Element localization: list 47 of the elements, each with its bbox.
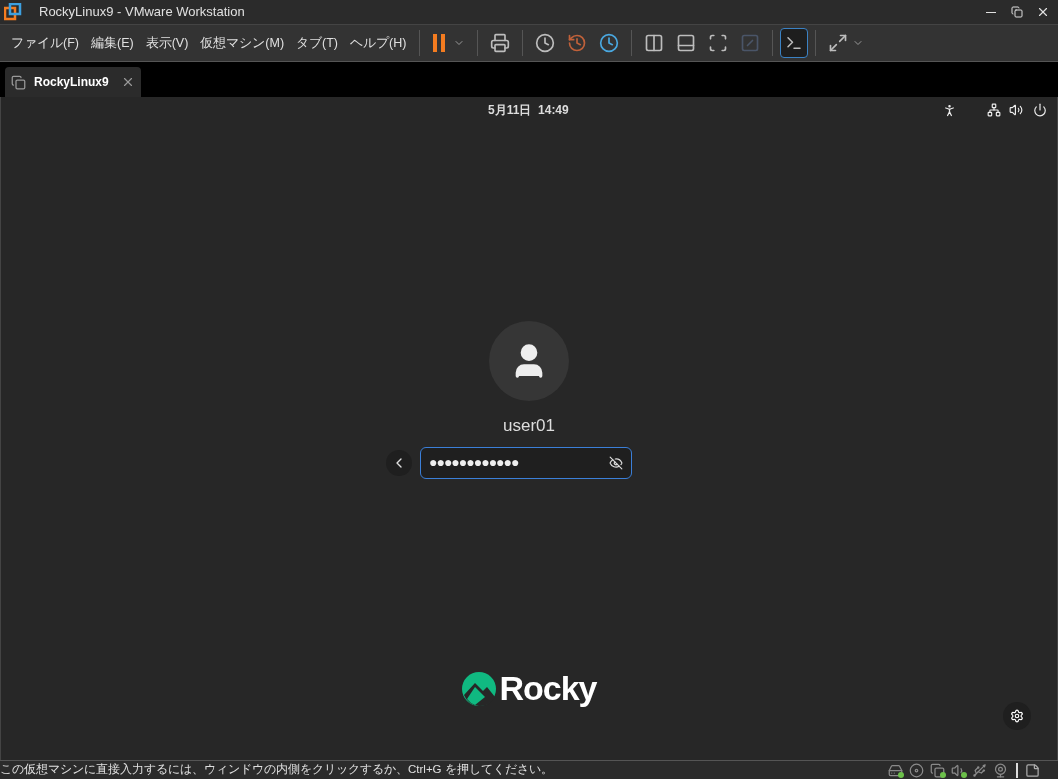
tab-label: RockyLinux9 bbox=[34, 74, 109, 91]
disk-status-icon[interactable] bbox=[886, 762, 904, 778]
power-icon[interactable] bbox=[1033, 103, 1047, 117]
usb-status-icon[interactable] bbox=[970, 762, 988, 778]
logo-text: Rocky bbox=[499, 668, 597, 709]
clock-icon bbox=[535, 33, 556, 53]
username: user01 bbox=[503, 415, 555, 437]
minimize-icon bbox=[986, 11, 996, 13]
menu-item[interactable]: 編集(E) bbox=[85, 33, 139, 53]
printer-icon bbox=[490, 33, 511, 53]
close-icon bbox=[1036, 5, 1050, 19]
volume-icon[interactable] bbox=[1009, 103, 1023, 117]
fullscreen-icon bbox=[708, 33, 729, 53]
restore-icon bbox=[1011, 6, 1023, 18]
terminal-icon bbox=[785, 34, 804, 52]
password-input[interactable]: ●●●●●●●●●●●● bbox=[429, 452, 609, 473]
status-message: この仮想マシンに直接入力するには、ウィンドウの内側をクリックするか、Ctrl+G を押してください。 bbox=[0, 762, 553, 778]
network-icon[interactable] bbox=[987, 103, 1001, 117]
sound-status-icon[interactable] bbox=[949, 762, 967, 778]
terminal-button[interactable] bbox=[780, 28, 809, 58]
network-status-icon[interactable] bbox=[928, 762, 946, 778]
menu-item[interactable]: ファイル(F) bbox=[6, 33, 84, 53]
back-button[interactable] bbox=[386, 449, 412, 476]
stretch-icon bbox=[828, 33, 849, 53]
history-icon bbox=[567, 33, 588, 53]
app-logo-icon bbox=[4, 3, 22, 21]
accessibility-icon[interactable] bbox=[942, 102, 957, 118]
vm-icon bbox=[11, 74, 26, 90]
menu-item[interactable]: ヘルプ(H) bbox=[345, 33, 412, 53]
note-icon[interactable] bbox=[1025, 762, 1040, 778]
hide-password-icon[interactable] bbox=[609, 455, 623, 470]
settings-button[interactable] bbox=[1003, 702, 1031, 730]
settings-icon bbox=[1010, 709, 1024, 723]
cd-status-icon[interactable] bbox=[907, 762, 925, 778]
bottom-panel-icon bbox=[676, 33, 697, 53]
window-title: RockyLinux9 - VMware Workstation bbox=[39, 3, 245, 22]
clock[interactable]: 5月11日 14:49 bbox=[488, 101, 569, 119]
vm-tab[interactable]: RockyLinux9 bbox=[5, 67, 141, 97]
password-field[interactable]: ●●●●●●●●●●●● bbox=[420, 446, 632, 479]
crossed-square-icon bbox=[740, 33, 761, 53]
split-panel-icon bbox=[644, 33, 665, 53]
menu-item[interactable]: 表示(V) bbox=[140, 33, 194, 53]
pause-icon bbox=[433, 34, 446, 52]
rocky-logo-icon bbox=[461, 670, 498, 707]
menu-item[interactable]: 仮想マシン(M) bbox=[195, 33, 290, 53]
clock-icon bbox=[599, 33, 620, 53]
menu-item[interactable]: タブ(T) bbox=[291, 33, 344, 53]
